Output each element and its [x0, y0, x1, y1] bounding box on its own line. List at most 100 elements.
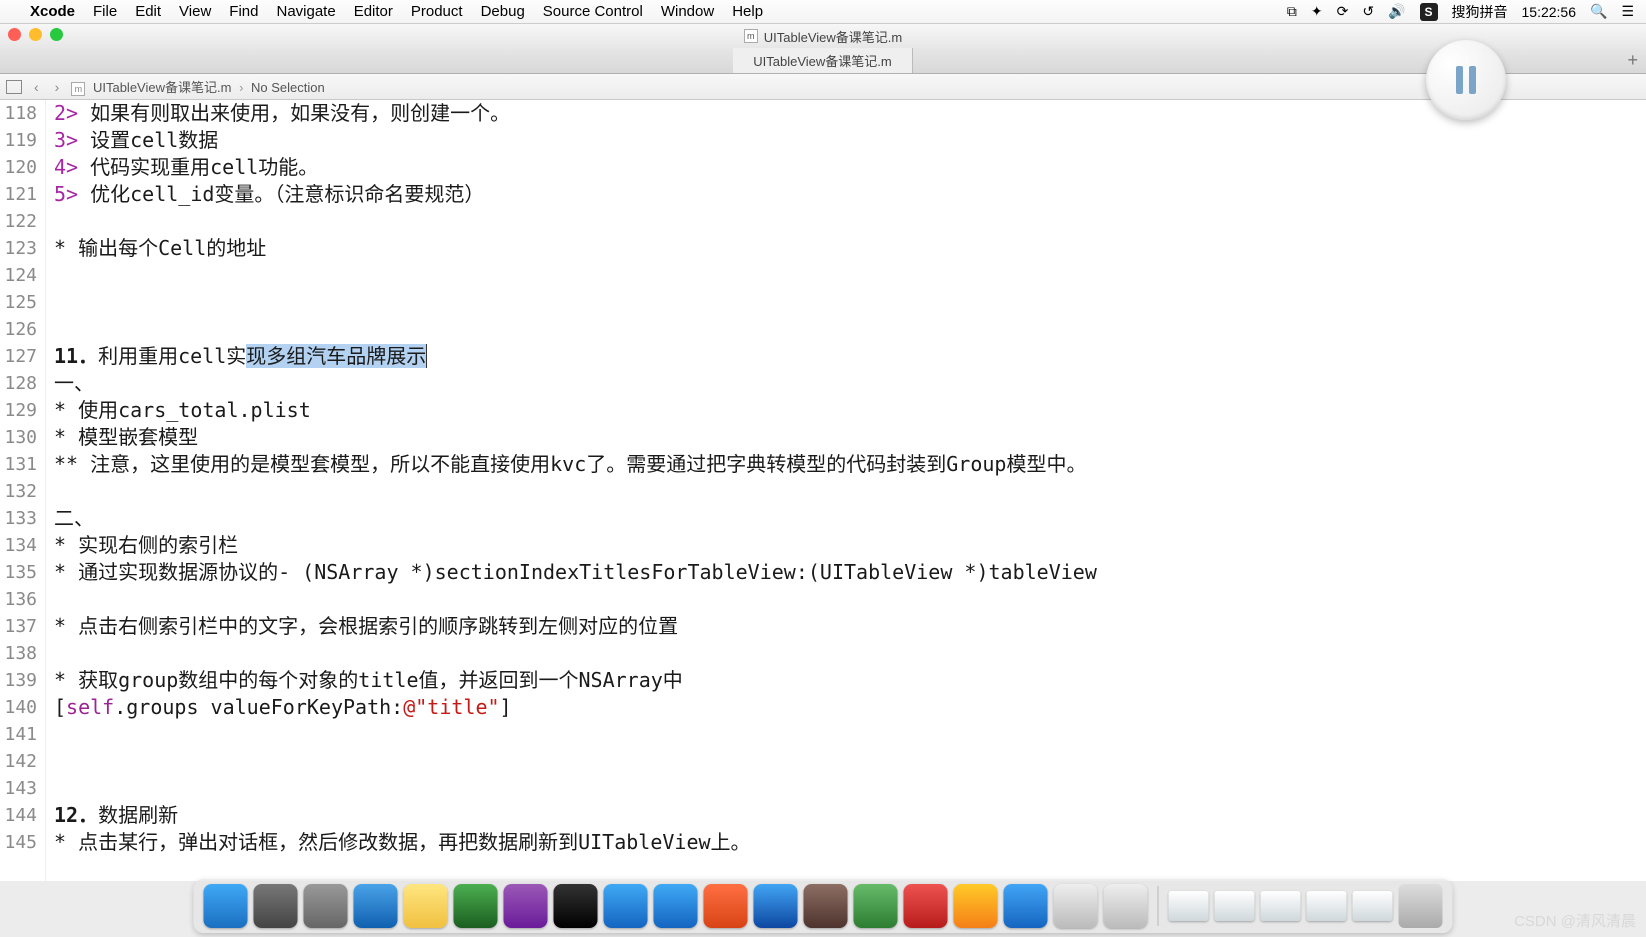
menu-source-control[interactable]: Source Control	[543, 3, 643, 20]
menu-file[interactable]: File	[93, 3, 117, 20]
code-line[interactable]	[54, 721, 1646, 748]
code-line[interactable]	[54, 640, 1646, 667]
airdrop-icon[interactable]: ✦	[1311, 3, 1323, 20]
code-line[interactable]: * 使用cars_total.plist	[54, 397, 1646, 424]
code-line[interactable]: 2> 如果有则取出来使用，如果没有，则创建一个。	[54, 100, 1646, 127]
menu-window[interactable]: Window	[661, 3, 714, 20]
line-number: 122	[0, 208, 37, 235]
dock-app-safari[interactable]	[354, 884, 398, 928]
menubar-clock[interactable]: 15:22:56	[1522, 4, 1577, 20]
code-editor[interactable]: 1181191201211221231241251261271281291301…	[0, 100, 1646, 881]
dock-app-filezilla[interactable]	[904, 884, 948, 928]
window-title: UITableView备课笔记.m	[764, 27, 902, 46]
code-line[interactable]: * 实现右侧的索引栏	[54, 532, 1646, 559]
menu-product[interactable]: Product	[411, 3, 463, 20]
code-line[interactable]: * 通过实现数据源协议的- (NSArray *)sectionIndexTit…	[54, 559, 1646, 586]
dock-app-launchpad[interactable]	[304, 884, 348, 928]
code-line[interactable]	[54, 262, 1646, 289]
window-controls	[8, 28, 63, 41]
dock-app-pp[interactable]	[704, 884, 748, 928]
code-line[interactable]	[54, 208, 1646, 235]
code-line[interactable]: 4> 代码实现重用cell功能。	[54, 154, 1646, 181]
dock-app-excel[interactable]	[454, 884, 498, 928]
crumb-file: UITableView备课笔记.m	[93, 80, 231, 95]
menu-navigate[interactable]: Navigate	[276, 3, 335, 20]
code-line[interactable]: 一、	[54, 370, 1646, 397]
close-window-button[interactable]	[8, 28, 21, 41]
zoom-window-button[interactable]	[50, 28, 63, 41]
sync-icon[interactable]: ⟳	[1337, 3, 1349, 20]
nav-forward-button[interactable]: ›	[51, 79, 64, 95]
code-line[interactable]	[54, 316, 1646, 343]
line-number: 138	[0, 640, 37, 667]
spotlight-icon[interactable]: 🔍	[1590, 3, 1607, 20]
dock-minimized-w2[interactable]	[1215, 891, 1255, 921]
dock-app-word[interactable]	[1004, 884, 1048, 928]
dock-minimized-w1[interactable]	[1169, 891, 1209, 921]
code-line[interactable]: * 模型嵌套模型	[54, 424, 1646, 451]
code-line[interactable]: 二、	[54, 505, 1646, 532]
dock-trash[interactable]	[1399, 884, 1443, 928]
dock-app-terminal[interactable]	[554, 884, 598, 928]
code-line[interactable]	[54, 775, 1646, 802]
tab-label: UITableView备课笔记.m	[753, 51, 891, 70]
dock-app-notes[interactable]	[404, 884, 448, 928]
timemachine-icon[interactable]: ↺	[1362, 3, 1374, 20]
ime-badge-icon[interactable]: S	[1420, 3, 1438, 21]
menu-list-icon[interactable]: ☰	[1621, 3, 1634, 20]
code-content[interactable]: 2> 如果有则取出来使用，如果没有，则创建一个。3> 设置cell数据4> 代码…	[46, 100, 1646, 881]
code-line[interactable]	[54, 478, 1646, 505]
line-number: 142	[0, 748, 37, 775]
dock-app-app3[interactable]	[854, 884, 898, 928]
dock-app-xcode2[interactable]	[654, 884, 698, 928]
menu-debug[interactable]: Debug	[481, 3, 525, 20]
code-line[interactable]	[54, 289, 1646, 316]
code-line[interactable]: * 点击某行，弹出对话框，然后修改数据，再把数据刷新到UITableView上。	[54, 829, 1646, 856]
minimize-window-button[interactable]	[29, 28, 42, 41]
menu-editor[interactable]: Editor	[354, 3, 393, 20]
file-type-icon: m	[744, 29, 758, 43]
dock-app-onenote[interactable]	[504, 884, 548, 928]
screen-record-icon[interactable]: ⧉	[1287, 3, 1297, 20]
new-tab-button[interactable]: +	[1627, 50, 1638, 71]
app-name[interactable]: Xcode	[30, 3, 75, 20]
nav-back-button[interactable]: ‹	[30, 79, 43, 95]
line-number: 141	[0, 721, 37, 748]
dock-app-app2[interactable]	[804, 884, 848, 928]
dock-minimized-w3[interactable]	[1261, 891, 1301, 921]
dock-app-finder[interactable]	[204, 884, 248, 928]
dock-app-settings[interactable]	[254, 884, 298, 928]
dock-minimized-w4[interactable]	[1307, 891, 1347, 921]
breadcrumb[interactable]: m UITableView备课笔记.m › No Selection	[71, 77, 324, 96]
menu-help[interactable]: Help	[732, 3, 763, 20]
code-line[interactable]: 11．利用重用cell实现多组汽车品牌展示	[54, 343, 1646, 370]
menu-view[interactable]: View	[179, 3, 211, 20]
code-line[interactable]: 12．数据刷新	[54, 802, 1646, 829]
code-line[interactable]: * 输出每个Cell的地址	[54, 235, 1646, 262]
pause-icon	[1456, 66, 1476, 94]
code-line[interactable]	[54, 748, 1646, 775]
code-line[interactable]: 5> 优化cell_id变量。（注意标识命名要规范）	[54, 181, 1646, 208]
code-line[interactable]: * 获取group数组中的每个对象的title值，并返回到一个NSArray中	[54, 667, 1646, 694]
dock-app-app5[interactable]	[1054, 884, 1098, 928]
dock-app-app1[interactable]	[754, 884, 798, 928]
code-line[interactable]: ** 注意，这里使用的是模型套模型，所以不能直接使用kvc了。需要通过把字典转模…	[54, 451, 1646, 478]
code-line[interactable]: * 点击右侧索引栏中的文字，会根据索引的顺序跳转到左侧对应的位置	[54, 613, 1646, 640]
tab-active[interactable]: UITableView备课笔记.m	[733, 48, 912, 73]
related-items-icon[interactable]	[6, 80, 22, 94]
dock-app-xcode[interactable]	[604, 884, 648, 928]
line-number: 145	[0, 829, 37, 856]
code-line[interactable]: [self.groups valueForKeyPath:@"title"]	[54, 694, 1646, 721]
dock-minimized-w5[interactable]	[1353, 891, 1393, 921]
dock-separator	[1158, 886, 1159, 926]
ime-label[interactable]: 搜狗拼音	[1452, 2, 1508, 22]
line-number: 136	[0, 586, 37, 613]
dock-app-app4[interactable]	[954, 884, 998, 928]
code-line[interactable]	[54, 586, 1646, 613]
code-line[interactable]: 3> 设置cell数据	[54, 127, 1646, 154]
dock-app-app6[interactable]	[1104, 884, 1148, 928]
volume-icon[interactable]: 🔊	[1388, 3, 1405, 20]
screen-record-pause-button[interactable]	[1426, 40, 1506, 120]
menu-edit[interactable]: Edit	[135, 3, 161, 20]
menu-find[interactable]: Find	[229, 3, 258, 20]
